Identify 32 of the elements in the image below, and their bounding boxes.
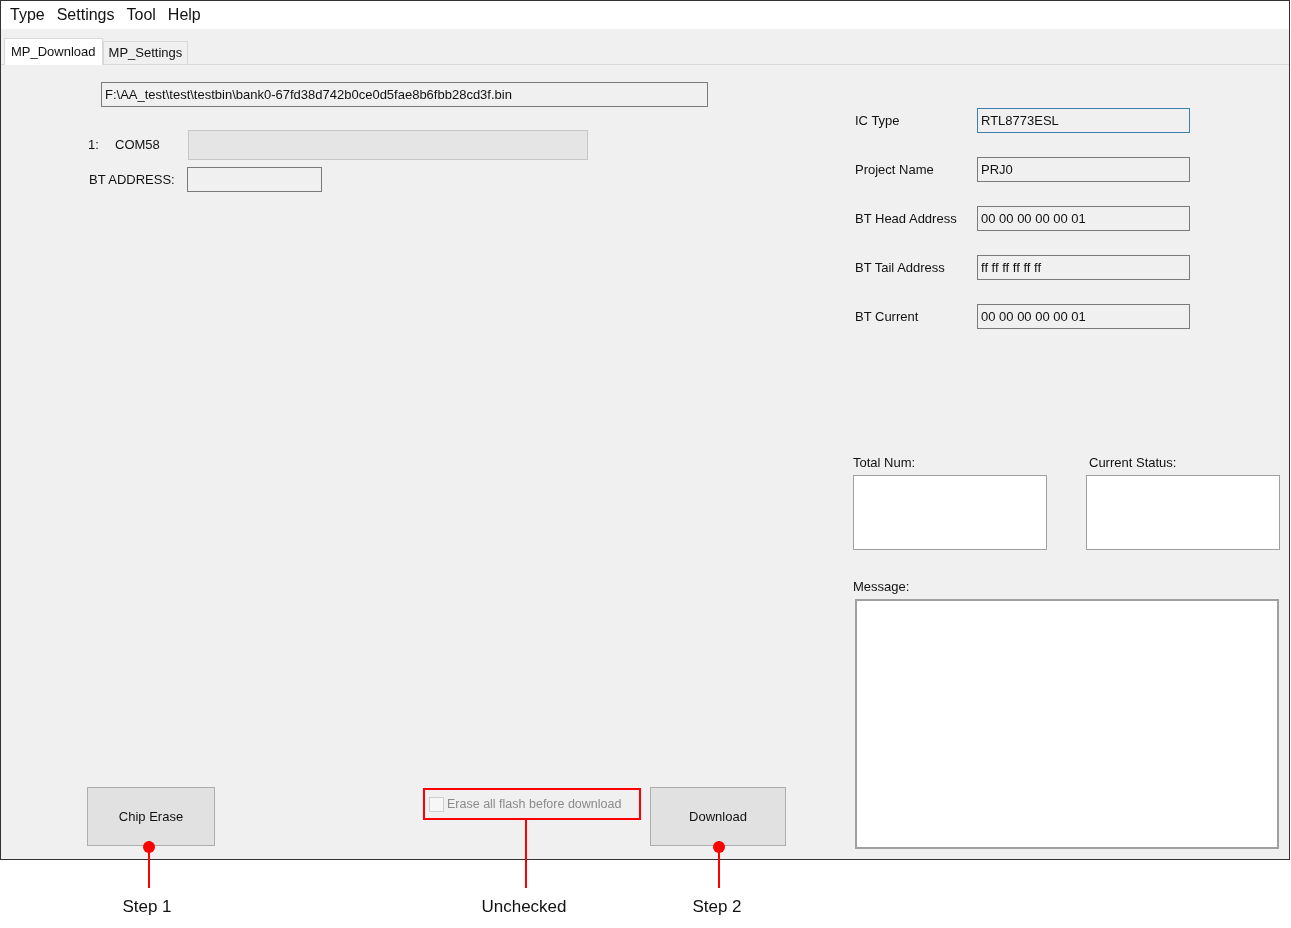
current-status-label: Current Status: — [1089, 454, 1178, 472]
field-label: BT Current — [855, 307, 920, 326]
pointer-line — [143, 841, 155, 888]
annotation-label: Unchecked — [481, 896, 567, 918]
port-index: 1: — [88, 136, 100, 155]
file-path-field[interactable]: F:\AA_test\test\testbin\bank0-67fd38d742b0ce0d5fae8b6fbb28cd3f.bin — [101, 82, 708, 107]
text-field[interactable]: RTL8773ESL — [977, 108, 1190, 133]
total-num-label: Total Num: — [853, 454, 917, 472]
menu-item[interactable]: Settings — [50, 3, 121, 27]
menu-item[interactable]: Help — [161, 3, 207, 27]
download-button[interactable]: Download — [650, 787, 786, 846]
bt-address-field[interactable] — [187, 167, 322, 192]
field-label: BT Head Address — [855, 209, 958, 228]
message-label: Message: — [853, 577, 911, 596]
bt-address-label: BT ADDRESS: — [89, 170, 176, 189]
text-field[interactable]: PRJ0 — [977, 157, 1190, 182]
annotation-label: Step 1 — [122, 896, 172, 918]
text-field[interactable]: 00 00 00 00 00 01 — [977, 206, 1190, 231]
field-label: IC Type — [855, 111, 901, 130]
menu-item[interactable]: Type — [4, 3, 51, 27]
tab[interactable]: MP_Download — [4, 38, 103, 65]
port-name: COM58 — [115, 136, 161, 155]
annotation-label: Step 2 — [692, 896, 742, 918]
message-box[interactable] — [855, 599, 1279, 849]
menu-item[interactable]: Tool — [120, 3, 162, 27]
field-label: Project Name — [855, 160, 935, 179]
chip-erase-button[interactable]: Chip Erase — [87, 787, 215, 846]
field-label: BT Tail Address — [855, 258, 946, 277]
tab[interactable]: MP_Settings — [102, 41, 189, 64]
text-field[interactable]: 00 00 00 00 00 01 — [977, 304, 1190, 329]
text-field[interactable]: ff ff ff ff ff ff — [977, 255, 1190, 280]
pointer-line — [713, 841, 725, 888]
